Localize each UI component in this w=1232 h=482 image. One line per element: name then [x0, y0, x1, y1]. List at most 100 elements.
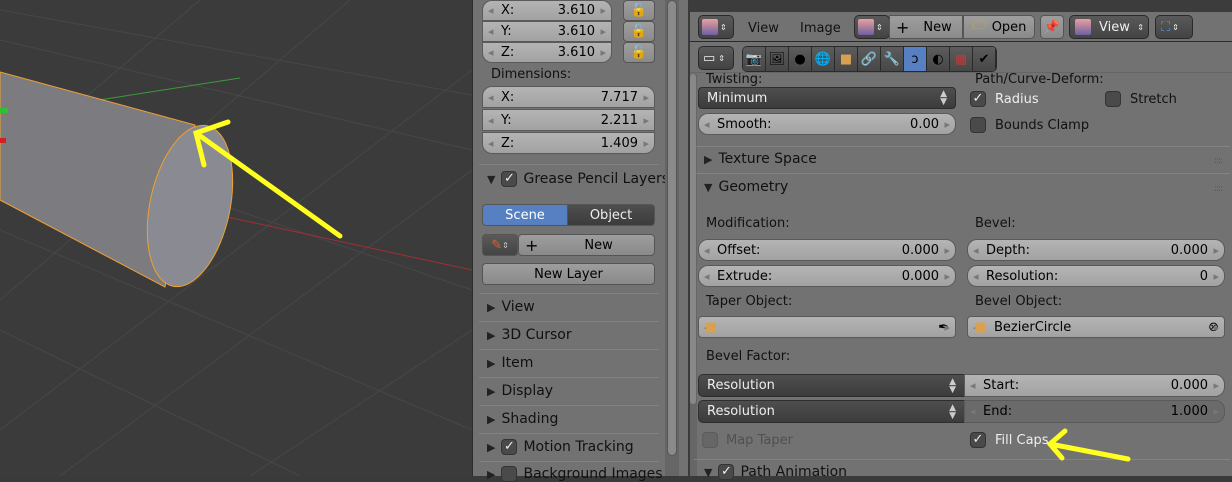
render-layers-tab-icon[interactable]: 🖼 — [766, 47, 789, 71]
panel-path-animation[interactable]: ▼ ✓ Path Animation — [704, 464, 847, 480]
image-browse[interactable]: ⇕ — [854, 15, 890, 39]
smooth-field[interactable]: Smooth: 0.00 — [698, 113, 956, 135]
stretch-checkbox[interactable] — [1105, 91, 1121, 107]
panel-title: Motion Tracking — [523, 439, 634, 455]
world-tab-icon[interactable]: 🌐 — [812, 47, 835, 71]
divider — [479, 377, 659, 378]
collapsed-triangle-icon: ▶ — [487, 328, 496, 342]
pin-button[interactable]: 📌 — [1040, 15, 1064, 39]
path-animation-checkbox[interactable]: ✓ — [718, 464, 735, 480]
x-axis-line — [194, 209, 472, 271]
panel-item[interactable]: ▶ Item — [487, 355, 533, 371]
divider — [479, 321, 659, 322]
panel-motion-tracking[interactable]: ▶ ✓ Motion Tracking — [487, 439, 634, 455]
twisting-label: Twisting: — [706, 72, 763, 87]
scrollbar-thumb[interactable] — [667, 0, 677, 456]
lock-scale-y[interactable]: 🔓 — [623, 21, 655, 42]
dimension-x-field[interactable]: X: 7.717 — [482, 86, 655, 108]
panel-view[interactable]: ▶ View — [487, 299, 535, 315]
lock-scale-x[interactable]: 🔓 — [623, 0, 655, 21]
dropdown-value: View — [1099, 19, 1130, 35]
texture-tab-icon[interactable]: ▦ — [950, 47, 973, 71]
render-tab-icon[interactable]: 📷 — [743, 47, 766, 71]
panel-background-images[interactable]: ▶ Background Images — [487, 466, 663, 482]
new-image-button[interactable]: + New — [889, 15, 963, 39]
panel-texture-space[interactable]: ▶ Texture Space — [704, 151, 817, 167]
view-mode-dropdown[interactable]: View ⇕ — [1069, 15, 1149, 39]
motion-tracking-checkbox[interactable]: ✓ — [501, 439, 518, 455]
dimension-z-field[interactable]: Z: 1.409 — [482, 132, 655, 154]
scale-z-field[interactable]: Z: 3.610 — [482, 42, 612, 63]
constraints-tab-icon[interactable]: 🔗 — [858, 47, 881, 71]
button-label: New — [584, 237, 613, 253]
properties-icon: ▭ — [703, 50, 716, 66]
properties-editor-selector[interactable]: ▭ ⇕ — [698, 46, 734, 70]
dimension-y-field[interactable]: Y: 2.211 — [482, 109, 655, 131]
extrude-field[interactable]: Extrude: 0.000 — [698, 265, 956, 287]
editor-type-selector[interactable]: ⇕ — [698, 15, 734, 39]
panel-shading[interactable]: ▶ Shading — [487, 411, 558, 427]
panel-title: Item — [501, 355, 534, 371]
modifiers-tab-icon[interactable]: 🔧 — [881, 47, 904, 71]
curve-data-tab-icon[interactable]: ↄ — [904, 47, 927, 71]
scrollbar-thumb[interactable] — [690, 74, 696, 404]
scale-y-field[interactable]: Y: 3.610 — [482, 21, 612, 42]
menu-view[interactable]: View — [748, 21, 779, 36]
menu-image[interactable]: Image — [800, 21, 841, 36]
scene-tab-icon[interactable]: ● — [789, 47, 812, 71]
clear-x-icon[interactable]: ⊗ — [1208, 320, 1219, 335]
bevel-resolution-field[interactable]: Resolution: 0 — [967, 265, 1225, 287]
drag-grip-icon[interactable]: :::: — [1214, 156, 1223, 166]
bevel-end-field[interactable]: End: 1.000 — [964, 400, 1225, 423]
object-tab[interactable]: Object — [567, 204, 655, 226]
bounds-clamp-checkbox[interactable] — [970, 117, 986, 133]
collapsed-triangle-icon: ▶ — [704, 152, 713, 166]
panel-geometry[interactable]: ▼ Geometry — [704, 179, 788, 195]
editor-top — [690, 0, 1232, 12]
bevel-factor-start-mode[interactable]: Resolution ▲ ▼ — [698, 374, 965, 397]
collapsed-triangle-icon: ▶ — [487, 300, 496, 314]
new-grease-pencil-button[interactable]: + New — [518, 234, 655, 256]
new-layer-button[interactable]: New Layer — [482, 263, 655, 285]
scene-tab[interactable]: Scene — [482, 204, 568, 226]
lock-scale-z[interactable]: 🔓 — [623, 42, 655, 63]
panel-3d-cursor[interactable]: ▶ 3D Cursor — [487, 327, 572, 343]
axis-label: X: — [501, 3, 515, 18]
twisting-dropdown[interactable]: Minimum ▲ ▼ — [698, 87, 956, 109]
axis-label: Y: — [501, 24, 512, 39]
field-label: Resolution: — [986, 268, 1059, 284]
bevel-factor-end-mode[interactable]: Resolution ▲ ▼ — [698, 400, 965, 423]
fill-caps-checkbox[interactable]: ✓ — [970, 432, 986, 448]
pencil-selector[interactable]: ✎ ⇕ — [482, 234, 518, 256]
map-taper-label: Map Taper — [726, 433, 793, 448]
drag-grip-icon[interactable]: :::: — [1214, 184, 1223, 194]
open-image-button[interactable]: 🗁 Open — [963, 15, 1035, 39]
eyedropper-icon[interactable]: ✒ — [938, 320, 949, 335]
scale-x-field[interactable]: X: 3.610 — [482, 0, 612, 21]
grease-pencil-header[interactable]: ▼ ✓ Grease Pencil Layers — [487, 171, 669, 187]
object-cube-icon: ■ — [974, 319, 987, 335]
offset-field[interactable]: Offset: 0.000 — [698, 239, 956, 261]
collapsed-triangle-icon: ▶ — [487, 412, 496, 426]
axis-label: Z: — [501, 135, 515, 151]
panel-title: Shading — [501, 411, 559, 427]
pivot-dropdown[interactable]: ⛶ ⇕ — [1155, 15, 1193, 39]
object-tab-icon[interactable]: ■ — [835, 47, 858, 71]
particles-tab-icon[interactable]: ✔ — [973, 47, 996, 71]
dimensions-label: Dimensions: — [491, 67, 572, 82]
bevel-depth-field[interactable]: Depth: 0.000 — [967, 239, 1225, 261]
radius-checkbox[interactable]: ✓ — [970, 91, 986, 107]
scrollbar-track[interactable] — [665, 0, 679, 476]
background-images-checkbox[interactable] — [501, 466, 518, 482]
taper-object-field[interactable]: ■✒ — [698, 316, 956, 338]
material-tab-icon[interactable]: ◐ — [927, 47, 950, 71]
3d-viewport[interactable] — [0, 0, 472, 476]
bevel-start-field[interactable]: Start: 0.000 — [964, 374, 1225, 397]
scrollbar-track[interactable] — [690, 74, 697, 476]
modification-label: Modification: — [706, 216, 790, 231]
bevel-object-field[interactable]: ■ BezierCircle ⊗ — [967, 316, 1225, 338]
map-taper-checkbox[interactable] — [702, 432, 718, 448]
updown-icon: ▲ ▼ — [949, 402, 956, 421]
panel-display[interactable]: ▶ Display — [487, 383, 553, 399]
grease-pencil-checkbox[interactable]: ✓ — [501, 171, 518, 187]
